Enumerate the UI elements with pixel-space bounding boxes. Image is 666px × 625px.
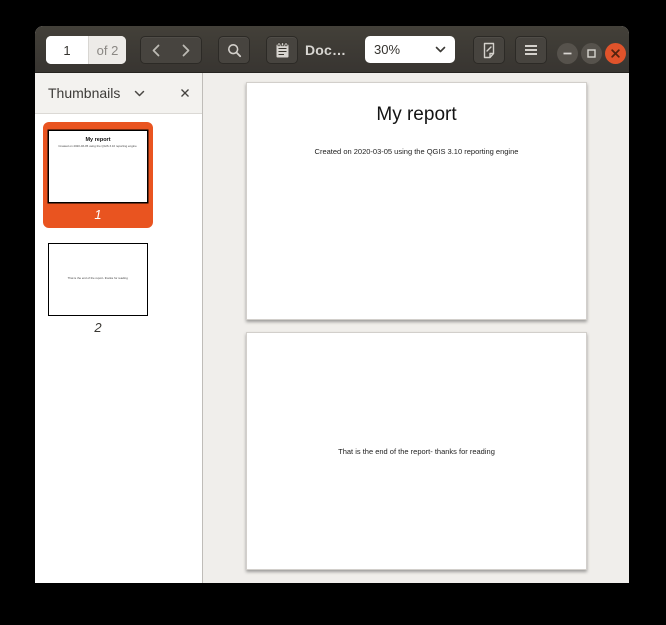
minimize-button[interactable]: [557, 43, 578, 64]
document-page-1: My report Created on 2020-03-05 using th…: [246, 82, 587, 320]
search-icon: [227, 43, 242, 58]
notepad-icon: [275, 42, 290, 59]
page-note-icon: [482, 42, 496, 59]
thumbnail-page-1[interactable]: My report Created on 2020-03-05 using th…: [43, 122, 153, 228]
thumbnail-page-1-preview: My report Created on 2020-03-05 using th…: [48, 130, 148, 203]
chevron-left-icon: [152, 44, 160, 57]
thumbnails-sidebar: Thumbnails My report Created on 2020-03-…: [35, 73, 203, 583]
close-icon: [611, 49, 620, 58]
report-subtitle: Created on 2020-03-05 using the QGIS 3.1…: [247, 147, 586, 156]
document-page-2: That is the end of the report- thanks fo…: [246, 332, 587, 570]
thumbnail-page-1-subtitle: Created on 2020-03-05 using the QGIS 3.1…: [59, 145, 137, 148]
menu-button[interactable]: [515, 36, 547, 64]
page-total-label: of 2: [88, 36, 126, 64]
window-title: Doc…: [305, 26, 346, 73]
document-view[interactable]: My report Created on 2020-03-05 using th…: [204, 73, 629, 583]
thumbnail-page-2[interactable]: That is the end of the report- thanks fo…: [43, 235, 153, 335]
thumbnail-page-1-title: My report: [49, 137, 147, 143]
thumbnail-page-2-preview: That is the end of the report- thanks fo…: [48, 243, 148, 316]
thumbnail-page-2-number: 2: [43, 320, 153, 335]
zoom-level-value: 30%: [374, 42, 435, 57]
thumbnail-list: My report Created on 2020-03-05 using th…: [35, 114, 202, 335]
document-viewer-window: of 2: [35, 26, 629, 583]
sidebar-mode-chevron-down-icon[interactable]: [134, 90, 145, 97]
header-bar: of 2: [35, 26, 629, 73]
thumbnail-page-1-number: 1: [43, 207, 153, 222]
zoom-level-select[interactable]: 30%: [365, 36, 455, 63]
next-page-button[interactable]: [171, 37, 201, 63]
search-button[interactable]: [218, 36, 250, 64]
maximize-button[interactable]: [581, 43, 602, 64]
hamburger-menu-icon: [524, 44, 538, 56]
sidebar-header: Thumbnails: [35, 73, 202, 114]
close-sidebar-icon: [180, 88, 190, 98]
close-button[interactable]: [605, 43, 626, 64]
page-selector: of 2: [46, 36, 126, 64]
report-title: My report: [247, 104, 586, 126]
chevron-down-icon: [435, 46, 446, 53]
thumbnail-page-2-body: That is the end of the report- thanks fo…: [68, 277, 128, 280]
sidebar-mode-label[interactable]: Thumbnails: [48, 85, 120, 101]
chevron-right-icon: [182, 44, 190, 57]
page-nav-group: [140, 36, 202, 64]
page-number-input[interactable]: [46, 36, 88, 64]
minimize-icon: [563, 52, 572, 55]
page-annotate-button[interactable]: [473, 36, 505, 64]
report-closing-text: That is the end of the report- thanks fo…: [338, 447, 495, 456]
sidebar-close-button[interactable]: [180, 88, 190, 98]
maximize-icon: [587, 49, 596, 58]
annotations-button[interactable]: [266, 36, 298, 64]
previous-page-button[interactable]: [141, 37, 171, 63]
